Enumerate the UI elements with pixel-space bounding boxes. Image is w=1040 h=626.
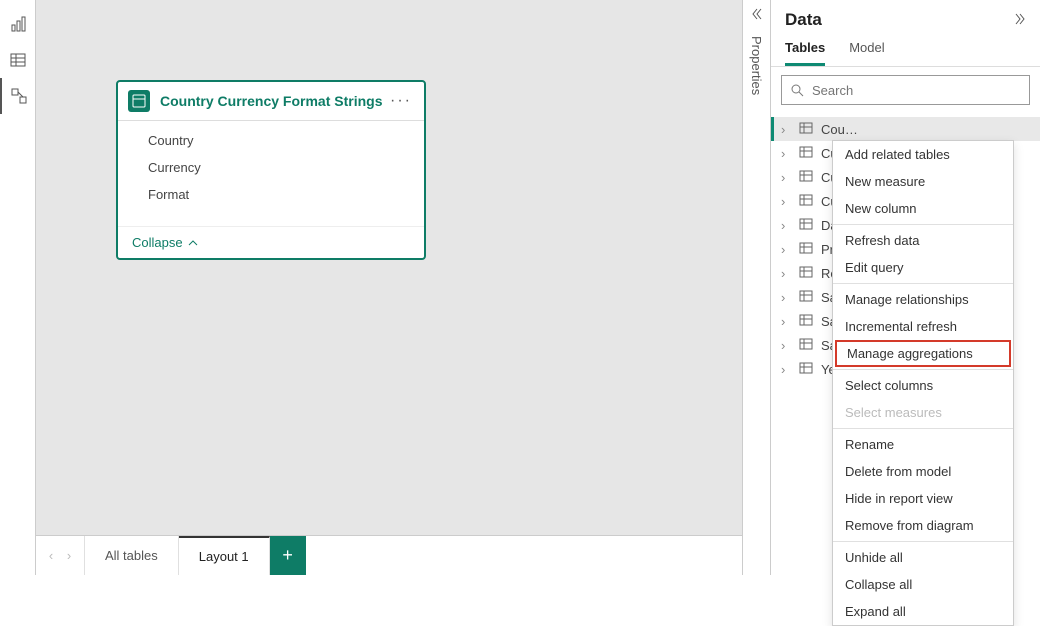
menu-item[interactable]: Refresh data <box>833 227 1013 254</box>
menu-item[interactable]: Unhide all <box>833 544 1013 571</box>
chevron-right-icon[interactable]: › <box>781 242 793 257</box>
table-context-menu: Add related tablesNew measureNew column R… <box>832 140 1014 626</box>
table-card[interactable]: Country Currency Format Strings ··· Coun… <box>116 80 426 260</box>
layout-tab-label: All tables <box>105 548 158 563</box>
report-view-button[interactable] <box>0 6 36 42</box>
search-icon <box>790 83 804 97</box>
table-icon <box>799 241 815 257</box>
collapse-label: Collapse <box>132 235 183 250</box>
model-view-button[interactable] <box>0 78 36 114</box>
chevron-right-icon[interactable]: › <box>781 314 793 329</box>
menu-item[interactable]: Expand all <box>833 598 1013 625</box>
menu-item[interactable]: New column <box>833 195 1013 222</box>
layout-tab-prev-icon[interactable]: ‹ <box>42 548 60 563</box>
table-field[interactable]: Country <box>118 127 424 154</box>
table-icon <box>799 313 815 329</box>
data-pane-tab-tables[interactable]: Tables <box>785 40 825 66</box>
chevron-right-icon[interactable]: › <box>781 266 793 281</box>
search-box[interactable] <box>781 75 1030 105</box>
table-name: Cou… <box>821 122 858 137</box>
chevron-right-icon[interactable]: › <box>781 218 793 233</box>
menu-item[interactable]: Select columns <box>833 372 1013 399</box>
expand-properties-icon[interactable] <box>748 6 766 24</box>
table-icon <box>799 289 815 305</box>
menu-separator <box>833 369 1013 370</box>
table-icon <box>799 265 815 281</box>
view-switcher-rail <box>0 0 36 575</box>
expand-data-pane-icon[interactable] <box>1012 11 1028 30</box>
menu-item[interactable]: Manage relationships <box>833 286 1013 313</box>
menu-separator <box>833 428 1013 429</box>
menu-item[interactable]: Incremental refresh <box>833 313 1013 340</box>
table-card-more-icon[interactable]: ··· <box>388 92 414 110</box>
table-row[interactable]: › Cou… <box>771 117 1040 141</box>
data-pane-title: Data <box>785 10 822 30</box>
layout-tab-layout1[interactable]: Layout 1 <box>179 536 270 575</box>
chevron-right-icon[interactable]: › <box>781 362 793 377</box>
menu-item[interactable]: New measure <box>833 168 1013 195</box>
menu-item[interactable]: Manage aggregations <box>835 340 1011 367</box>
chevron-right-icon[interactable]: › <box>781 290 793 305</box>
menu-item[interactable]: Add related tables <box>833 141 1013 168</box>
menu-item: Select measures <box>833 399 1013 426</box>
table-icon <box>799 217 815 233</box>
menu-separator <box>833 283 1013 284</box>
data-view-button[interactable] <box>0 42 36 78</box>
properties-label[interactable]: Properties <box>749 32 764 95</box>
table-card-title: Country Currency Format Strings <box>160 93 388 109</box>
table-icon <box>799 121 815 137</box>
menu-separator <box>833 224 1013 225</box>
diagram-surface[interactable]: Country Currency Format Strings ··· Coun… <box>36 0 742 535</box>
menu-item[interactable]: Edit query <box>833 254 1013 281</box>
add-layout-button[interactable]: + <box>270 536 306 575</box>
chevron-right-icon[interactable]: › <box>781 170 793 185</box>
layout-tab-label: Layout 1 <box>199 549 249 564</box>
model-canvas: Country Currency Format Strings ··· Coun… <box>36 0 742 575</box>
table-icon <box>799 193 815 209</box>
chevron-right-icon[interactable]: › <box>781 338 793 353</box>
table-icon <box>128 90 150 112</box>
search-input[interactable] <box>810 82 1021 99</box>
menu-item[interactable]: Collapse all <box>833 571 1013 598</box>
table-icon <box>799 169 815 185</box>
chevron-right-icon[interactable]: › <box>781 122 793 137</box>
properties-pane-collapsed: Properties <box>742 0 770 575</box>
collapse-toggle[interactable]: Collapse <box>118 226 424 258</box>
chevron-right-icon[interactable]: › <box>781 194 793 209</box>
layout-tab-bar: ‹ › All tables Layout 1 + <box>36 535 742 575</box>
data-pane-tab-model[interactable]: Model <box>849 40 884 66</box>
table-field[interactable]: Format <box>118 181 424 208</box>
menu-item[interactable]: Rename <box>833 431 1013 458</box>
menu-separator <box>833 541 1013 542</box>
menu-item[interactable]: Remove from diagram <box>833 512 1013 539</box>
table-field[interactable]: Currency <box>118 154 424 181</box>
layout-tab-next-icon[interactable]: › <box>60 548 78 563</box>
layout-tab-all-tables[interactable]: All tables <box>85 536 179 575</box>
table-icon <box>799 337 815 353</box>
chevron-right-icon[interactable]: › <box>781 146 793 161</box>
menu-item[interactable]: Delete from model <box>833 458 1013 485</box>
table-icon <box>799 145 815 161</box>
menu-item[interactable]: Hide in report view <box>833 485 1013 512</box>
table-icon <box>799 361 815 377</box>
